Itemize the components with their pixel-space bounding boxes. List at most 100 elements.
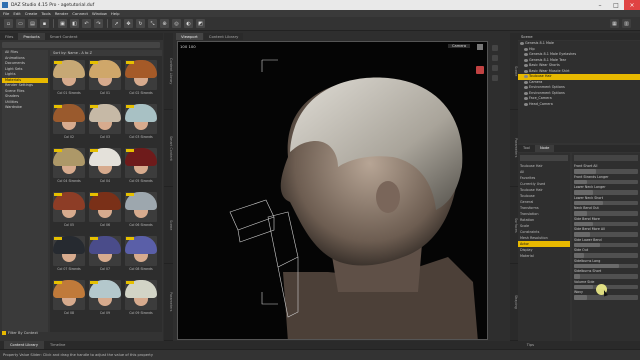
property-value-slider[interactable]: [574, 221, 638, 226]
asset-tile[interactable]: Col 01: [89, 60, 121, 96]
property-value-slider[interactable]: [574, 263, 638, 268]
vtab-parameters[interactable]: Parameters: [164, 264, 173, 341]
visibility-eye-icon[interactable]: [524, 86, 528, 90]
vtab-right-shaping[interactable]: Shaping: [510, 264, 518, 341]
node-weight-icon[interactable]: ◎: [172, 19, 181, 28]
asset-tile[interactable]: Col 03: [89, 104, 121, 140]
zoom-icon[interactable]: [492, 65, 498, 71]
property-value-slider[interactable]: [574, 190, 638, 195]
move-tool-icon[interactable]: ✥: [124, 19, 133, 28]
minimize-icon[interactable]: –: [592, 0, 608, 10]
asset-tile[interactable]: Col 06 Strands: [125, 192, 157, 228]
viewport-layout-icon[interactable]: ▥: [622, 19, 631, 28]
open-file-icon[interactable]: ▭: [16, 19, 25, 28]
asset-tile[interactable]: Col 04 Strands: [53, 148, 85, 184]
tab-timeline[interactable]: Timeline: [44, 341, 71, 349]
asset-tile[interactable]: Col 07 Strands: [53, 236, 85, 272]
property-value-slider[interactable]: [574, 169, 638, 174]
camera-selector[interactable]: Camera: [448, 44, 471, 48]
asset-tile[interactable]: Col 03 Strands: [125, 104, 157, 140]
property-value-slider[interactable]: [574, 274, 638, 279]
menu-render[interactable]: Render: [55, 11, 69, 16]
property-value-slider[interactable]: [574, 179, 638, 184]
scale-tool-icon[interactable]: ⤡: [148, 19, 157, 28]
3d-viewport[interactable]: 100 100 Camera: [177, 41, 488, 340]
asset-tile[interactable]: Col 09: [89, 280, 121, 316]
tab-node[interactable]: Node: [534, 145, 555, 152]
render-icon[interactable]: ▣: [58, 19, 67, 28]
vtab-right-parameters[interactable]: Parameters: [510, 110, 518, 187]
visibility-eye-icon[interactable]: [520, 42, 524, 46]
visibility-eye-icon[interactable]: [524, 80, 528, 84]
tab-tips[interactable]: Tips: [521, 341, 540, 349]
vtab-content-library[interactable]: Content Library: [164, 33, 173, 110]
tree-search-input[interactable]: [520, 155, 568, 161]
tab-content-library-2[interactable]: Content Library: [203, 33, 244, 40]
rotate-tool-icon[interactable]: ↻: [136, 19, 145, 28]
asset-tile[interactable]: Col 04: [89, 148, 121, 184]
vtab-smart-content[interactable]: Smart Content: [164, 110, 173, 187]
filter-by-context-checkbox[interactable]: Filter By Context: [2, 331, 38, 335]
tab-tool[interactable]: Tool: [518, 145, 535, 152]
vtab-right-surfaces[interactable]: Surfaces: [510, 187, 518, 264]
property-value-slider[interactable]: [574, 253, 638, 258]
content-search-input[interactable]: [2, 42, 160, 48]
visibility-eye-icon[interactable]: [524, 69, 528, 73]
save-icon[interactable]: ▪: [40, 19, 49, 28]
maximize-icon[interactable]: □: [608, 0, 624, 10]
property-value-slider[interactable]: [574, 211, 638, 216]
select-tool-icon[interactable]: ➚: [112, 19, 121, 28]
redo-icon[interactable]: ↷: [94, 19, 103, 28]
asset-tile[interactable]: Col 08: [53, 280, 85, 316]
spot-render-icon[interactable]: ◩: [196, 19, 205, 28]
pan-icon[interactable]: [492, 55, 498, 61]
layout-icon[interactable]: ▦: [610, 19, 619, 28]
visibility-eye-icon[interactable]: [524, 53, 528, 57]
menu-connect[interactable]: Connect: [72, 11, 88, 16]
tab-smart-content[interactable]: Smart Content: [45, 33, 83, 40]
property-value-slider[interactable]: [574, 242, 638, 247]
viewport-nav-icon[interactable]: [476, 66, 484, 74]
category-item[interactable]: Wardrobe: [2, 105, 48, 111]
visibility-eye-icon[interactable]: [524, 102, 528, 106]
menu-file[interactable]: File: [3, 11, 9, 16]
property-value-slider[interactable]: [574, 232, 638, 237]
tab-files[interactable]: Files: [0, 33, 18, 40]
tab-viewport[interactable]: Viewport: [176, 33, 203, 40]
asset-tile[interactable]: Col 05 Strands: [125, 148, 157, 184]
asset-tile[interactable]: Col 09 Strands: [125, 280, 157, 316]
visibility-eye-icon[interactable]: [524, 91, 528, 95]
scene-item[interactable]: Head_Camera: [518, 102, 640, 108]
new-file-icon[interactable]: ▫: [4, 19, 13, 28]
asset-tile[interactable]: Col 05: [53, 192, 85, 228]
asset-tile[interactable]: Col 06: [89, 192, 121, 228]
asset-tile[interactable]: Col 02 Strands: [125, 60, 157, 96]
undo-icon[interactable]: ↶: [82, 19, 91, 28]
viewport-menu-icon[interactable]: [477, 44, 483, 50]
tree-node[interactable]: Material: [518, 253, 570, 259]
visibility-eye-icon[interactable]: [524, 64, 528, 68]
menu-edit[interactable]: Edit: [13, 11, 20, 16]
menu-tools[interactable]: Tools: [41, 11, 50, 16]
vtab-scene[interactable]: Scene: [164, 187, 173, 264]
menu-window[interactable]: Window: [92, 11, 107, 16]
menu-create[interactable]: Create: [25, 11, 38, 16]
render-settings-icon[interactable]: ◧: [70, 19, 79, 28]
orbit-icon[interactable]: [492, 45, 498, 51]
property-search-input[interactable]: [574, 155, 638, 161]
tab-products[interactable]: Products: [18, 33, 45, 40]
tab-bottom-content-library[interactable]: Content Library: [4, 341, 45, 349]
property-value-slider[interactable]: [574, 200, 638, 205]
visibility-eye-icon[interactable]: [524, 47, 528, 51]
menu-help[interactable]: Help: [111, 11, 120, 16]
asset-tile[interactable]: Col 08 Strands: [125, 236, 157, 272]
merge-icon[interactable]: ▤: [28, 19, 37, 28]
visibility-eye-icon[interactable]: [524, 97, 528, 101]
frame-icon[interactable]: [492, 75, 498, 81]
universal-tool-icon[interactable]: ⊕: [160, 19, 169, 28]
asset-tile[interactable]: Col 02: [53, 104, 85, 140]
surface-tool-icon[interactable]: ◐: [184, 19, 193, 28]
asset-tile[interactable]: Col 07: [89, 236, 121, 272]
visibility-eye-icon[interactable]: [524, 75, 528, 79]
asset-tile[interactable]: Col 01 Strands: [53, 60, 85, 96]
